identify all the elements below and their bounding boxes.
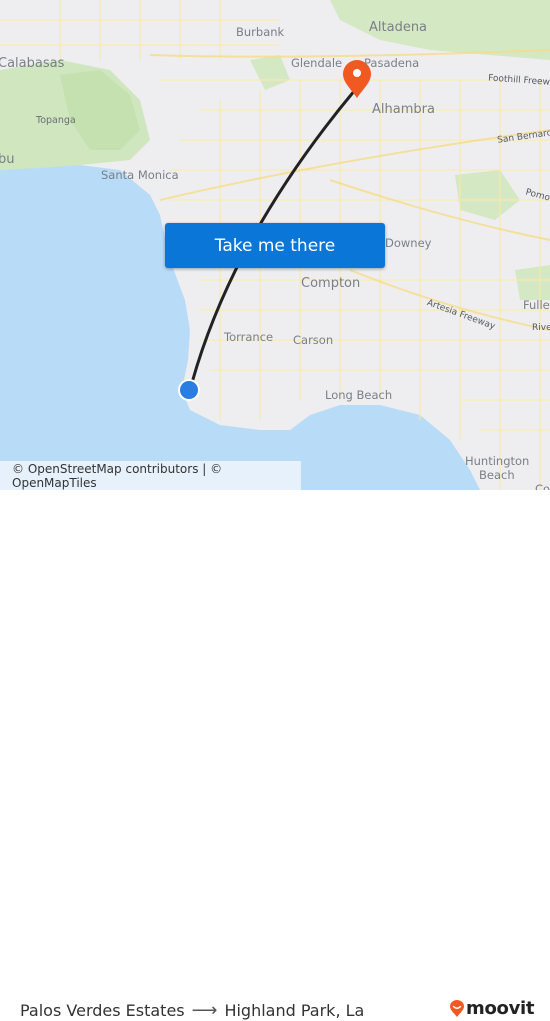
place-label: Santa Monica	[101, 168, 179, 182]
origin-marker	[180, 381, 198, 399]
place-label: bu	[0, 152, 15, 167]
place-label: Pasadena	[364, 56, 420, 70]
place-label: Huntington	[465, 454, 530, 468]
road-label: Rive	[532, 323, 550, 333]
place-label: Fuller	[523, 298, 550, 312]
destination-label: Highland Park, La	[224, 1001, 365, 1020]
place-label: Burbank	[236, 25, 285, 39]
moovit-pin-icon	[450, 999, 464, 1017]
place-label: Calabasas	[0, 56, 65, 71]
take-me-there-button[interactable]: Take me there	[165, 223, 385, 268]
moovit-logo[interactable]: moovit	[449, 998, 535, 1019]
map[interactable]: Burbank Altadena Glendale Pasadena Calab…	[0, 0, 550, 490]
place-label: Topanga	[36, 115, 76, 126]
footer: Palos Verdes Estates ⟶ Highland Park, La…	[0, 490, 550, 1021]
place-label: Altadena	[369, 20, 428, 35]
map-attribution[interactable]: © OpenStreetMap contributors | © OpenMap…	[0, 461, 301, 490]
place-label: Long Beach	[325, 388, 393, 402]
place-label: Beach	[479, 468, 515, 482]
brand-name: moovit	[466, 998, 535, 1019]
origin-label: Palos Verdes Estates	[20, 1001, 185, 1020]
place-label: Co	[535, 482, 550, 490]
attribution-text: © OpenStreetMap contributors | © OpenMap…	[12, 461, 223, 490]
place-label: Alhambra	[372, 102, 435, 117]
arrow-right-icon: ⟶	[191, 1000, 218, 1021]
place-label: Torrance	[224, 330, 274, 344]
place-label: Glendale	[291, 56, 343, 70]
route-summary: Palos Verdes Estates ⟶ Highland Park, La	[20, 1000, 364, 1021]
place-label: Downey	[385, 236, 432, 250]
place-label: Carson	[293, 333, 334, 347]
place-label: Compton	[301, 276, 361, 291]
